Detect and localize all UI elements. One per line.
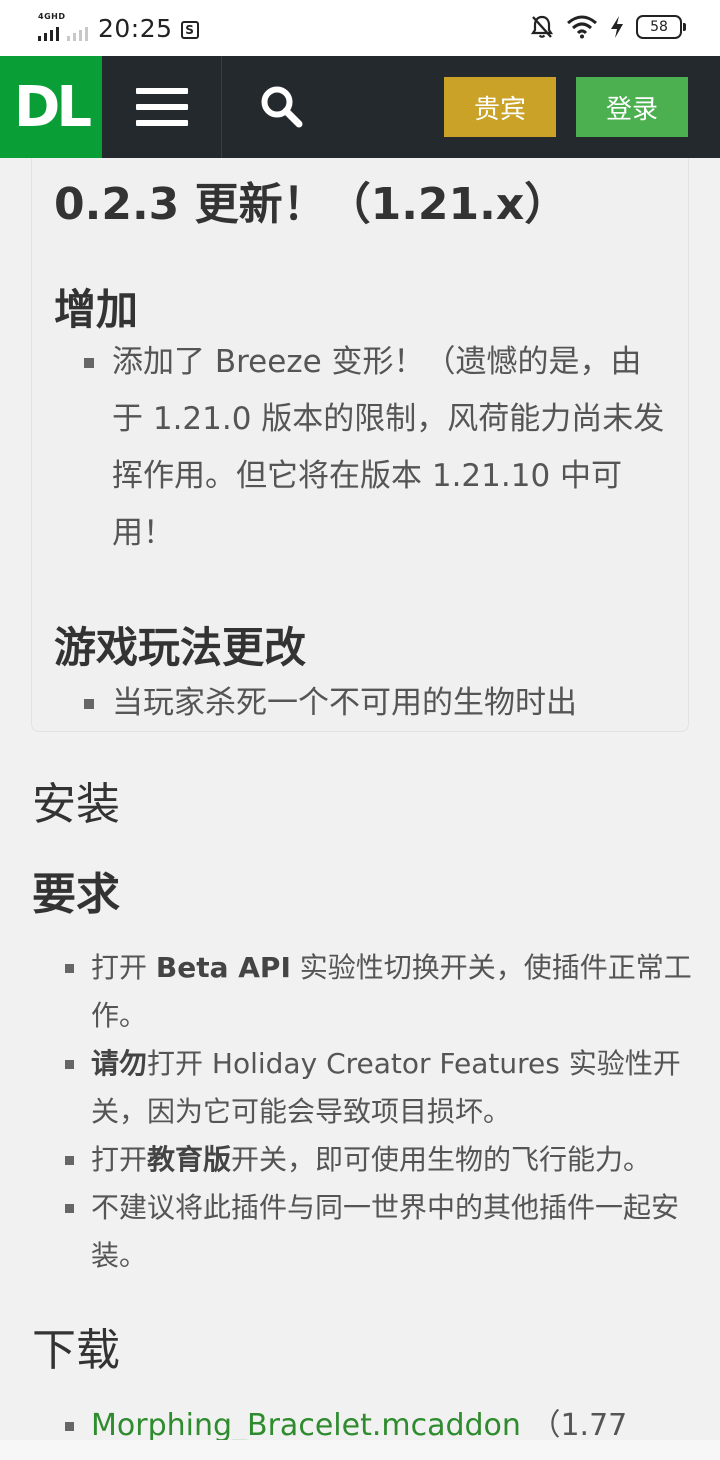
app-notification-icon: S	[180, 20, 199, 39]
wifi-icon	[567, 15, 597, 39]
download-size: （1.77	[530, 1408, 628, 1443]
battery-icon: 58	[636, 15, 686, 39]
download-link[interactable]: Morphing_Bracelet.mcaddon	[91, 1408, 521, 1443]
requirement-item: 请勿打开 Holiday Creator Features 实验性开关，因为它可…	[65, 1040, 697, 1136]
mute-icon	[530, 15, 554, 38]
network-type: 4GHD	[38, 12, 66, 21]
list-item: 添加了 Breeze 变形！（遗憾的是，由于 1.21.0 版本的限制，风荷能力…	[84, 334, 672, 562]
section-heading-gameplay: 游戏玩法更改	[54, 623, 307, 672]
status-left: 4GHD 20:25 S	[38, 12, 199, 43]
requirements-heading: 要求	[32, 869, 120, 920]
bottom-edge	[0, 1440, 720, 1460]
requirement-item: 打开 Beta API 实验性切换开关，使插件正常工作。	[65, 944, 697, 1040]
menu-button[interactable]	[102, 56, 222, 158]
signal-icon	[38, 26, 59, 41]
status-time: 20:25	[98, 14, 173, 43]
charging-icon	[611, 16, 623, 38]
status-bar: 4GHD 20:25 S 58	[0, 0, 720, 56]
signal-icon-secondary	[67, 26, 88, 41]
changelog-card[interactable]: 0.2.3 更新！（1.21.x） 增加 添加了 Breeze 变形！（遗憾的是…	[31, 158, 689, 732]
section-heading-added: 增加	[54, 285, 139, 334]
install-heading: 安装	[32, 779, 120, 830]
site-header: DL 贵宾 登录	[0, 56, 720, 158]
search-icon	[261, 86, 303, 128]
guest-button[interactable]: 贵宾	[444, 77, 556, 137]
search-button[interactable]	[222, 56, 342, 158]
changelog-title: 0.2.3 更新！（1.21.x）	[54, 179, 569, 230]
login-button[interactable]: 登录	[576, 77, 688, 137]
status-right: 58	[530, 14, 686, 40]
requirement-item: 打开教育版开关，即可使用生物的飞行能力。	[65, 1136, 697, 1184]
list-item: 当玩家杀死一个不可用的生物时出	[84, 675, 672, 731]
download-heading: 下载	[32, 1325, 120, 1376]
menu-icon	[135, 88, 188, 94]
site-logo[interactable]: DL	[0, 56, 102, 158]
requirement-item: 不建议将此插件与同一世界中的其他插件一起安装。	[65, 1184, 697, 1280]
